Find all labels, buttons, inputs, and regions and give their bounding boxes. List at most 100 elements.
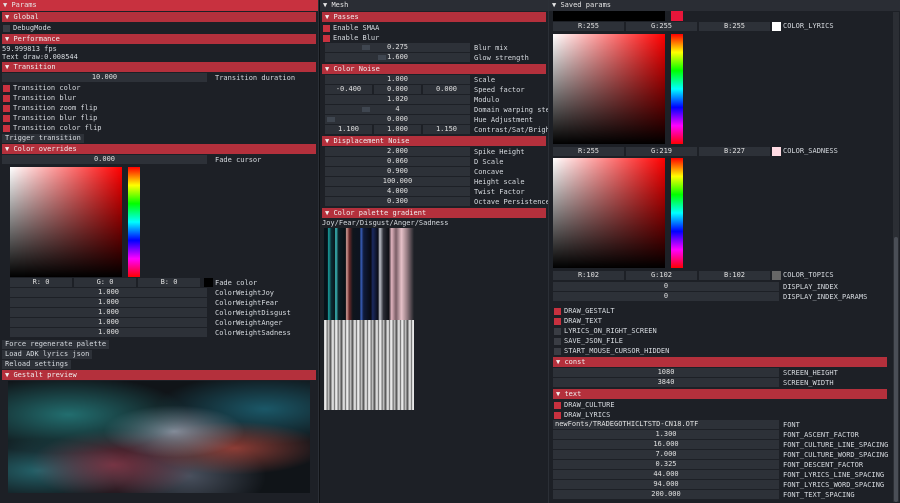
- gradient-header[interactable]: ▼ Color palette gradient: [322, 208, 546, 218]
- topics-color-swatch[interactable]: [772, 271, 781, 280]
- topics-g-field[interactable]: G:102: [626, 271, 697, 280]
- display-index-params-field[interactable]: 0: [553, 292, 779, 301]
- lyrics-right-screen-checkbox[interactable]: [554, 327, 561, 335]
- twist-factor-field[interactable]: 4.000: [325, 187, 470, 196]
- weight-disgust-slider[interactable]: 1.000: [10, 308, 207, 317]
- topics-sv-square[interactable]: [553, 158, 665, 268]
- font-ascent-field[interactable]: 1.300: [553, 430, 779, 439]
- reload-settings-button[interactable]: Reload settings: [2, 360, 72, 369]
- fade-color-b-field[interactable]: B: 0: [138, 278, 200, 287]
- fade-color-sv-square[interactable]: [10, 167, 122, 277]
- draw-gestalt-row[interactable]: DRAW_GESTALT: [553, 306, 887, 316]
- force-regenerate-button[interactable]: Force regenerate palette: [2, 340, 110, 349]
- contrast-field[interactable]: 1.100: [325, 125, 372, 134]
- brightness-field[interactable]: 1.150: [423, 125, 470, 134]
- draw-culture-row[interactable]: DRAW_CULTURE: [553, 400, 887, 410]
- gestalt-header[interactable]: ▼ Gestalt preview: [2, 370, 316, 380]
- save-json-file-checkbox[interactable]: [554, 337, 561, 345]
- transition-zoom-flip-checkbox[interactable]: [3, 104, 10, 112]
- hue-adjust-grab[interactable]: [327, 117, 335, 122]
- transition-color-row[interactable]: Transition color: [2, 83, 316, 93]
- display-index-field[interactable]: 0: [553, 282, 779, 291]
- draw-text-row[interactable]: DRAW_TEXT: [553, 316, 887, 326]
- saved-params-scroll-thumb[interactable]: [894, 237, 898, 502]
- glow-grab[interactable]: [378, 55, 386, 60]
- d-scale-field[interactable]: 0.060: [325, 157, 470, 166]
- screen-width-field[interactable]: 3840: [553, 378, 779, 387]
- global-header[interactable]: ▼ Global: [2, 12, 316, 22]
- sadness-sv-square[interactable]: [553, 34, 665, 144]
- enable-smaa-checkbox[interactable]: [323, 24, 330, 32]
- start-cursor-hidden-checkbox[interactable]: [554, 347, 561, 355]
- saturation-field[interactable]: 1.000: [374, 125, 421, 134]
- sadness-color-swatch[interactable]: [772, 147, 781, 156]
- font-text-spacing-field[interactable]: 200.000: [553, 490, 779, 499]
- transition-blur-flip-checkbox[interactable]: [3, 114, 10, 122]
- transition-blur-flip-row[interactable]: Transition blur flip: [2, 113, 316, 123]
- screen-height-field[interactable]: 1080: [553, 368, 779, 377]
- transition-color-flip-checkbox[interactable]: [3, 124, 10, 132]
- font-lyrics-line-field[interactable]: 44.000: [553, 470, 779, 479]
- spike-height-field[interactable]: 2.000: [325, 147, 470, 156]
- font-lyrics-word-field[interactable]: 94.000: [553, 480, 779, 489]
- displacement-header[interactable]: ▼ Displacement Noise: [322, 136, 546, 146]
- debug-mode-row[interactable]: DebugMode: [2, 23, 316, 33]
- start-cursor-hidden-row[interactable]: START_MOUSE_CURSOR_HIDDEN: [553, 346, 887, 356]
- speed-x-field[interactable]: -0.400: [325, 85, 372, 94]
- draw-culture-checkbox[interactable]: [554, 401, 561, 409]
- weight-fear-slider[interactable]: 1.000: [10, 298, 207, 307]
- mesh-titlebar[interactable]: ▼ Mesh: [320, 0, 548, 11]
- trigger-transition-button[interactable]: Trigger transition: [2, 134, 84, 143]
- blur-mix-slider[interactable]: 0.275: [325, 43, 470, 52]
- draw-lyrics-row[interactable]: DRAW_LYRICS: [553, 410, 887, 420]
- debug-mode-checkbox[interactable]: [3, 24, 10, 32]
- domain-warping-grab[interactable]: [362, 107, 370, 112]
- enable-blur-row[interactable]: Enable Blur: [322, 33, 546, 43]
- draw-gestalt-checkbox[interactable]: [554, 307, 561, 315]
- hue-adjust-slider[interactable]: 0.000: [325, 115, 470, 124]
- sadness-r-field[interactable]: R:255: [553, 147, 624, 156]
- sadness-hue-bar[interactable]: [671, 34, 683, 144]
- scale-field[interactable]: 1.000: [325, 75, 470, 84]
- saved-params-titlebar[interactable]: ▼ Saved params: [549, 0, 900, 11]
- modulo-field[interactable]: 1.020: [325, 95, 470, 104]
- fade-color-swatch[interactable]: [204, 278, 213, 287]
- text-header[interactable]: ▼ text: [553, 389, 887, 399]
- const-header[interactable]: ▼ const: [553, 357, 887, 367]
- transition-color-flip-row[interactable]: Transition color flip: [2, 123, 316, 133]
- lyrics-hue-marker[interactable]: [671, 11, 683, 21]
- sadness-g-field[interactable]: G:219: [626, 147, 697, 156]
- weight-anger-slider[interactable]: 1.000: [10, 318, 207, 327]
- draw-lyrics-checkbox[interactable]: [554, 411, 561, 419]
- transition-zoom-flip-row[interactable]: Transition zoom flip: [2, 103, 316, 113]
- fade-cursor-slider[interactable]: 0.000: [2, 155, 207, 164]
- domain-warping-slider[interactable]: 4: [325, 105, 470, 114]
- lyrics-b-field[interactable]: B:255: [699, 22, 770, 31]
- save-json-file-row[interactable]: SAVE_JSON_FILE: [553, 336, 887, 346]
- enable-blur-checkbox[interactable]: [323, 34, 330, 42]
- enable-smaa-row[interactable]: Enable SMAA: [322, 23, 546, 33]
- lyrics-color-swatch[interactable]: [772, 22, 781, 31]
- fade-color-r-field[interactable]: R: 0: [10, 278, 72, 287]
- fade-color-hue-bar[interactable]: [128, 167, 140, 277]
- transition-blur-row[interactable]: Transition blur: [2, 93, 316, 103]
- transition-header[interactable]: ▼ Transition: [2, 62, 316, 72]
- blur-mix-grab[interactable]: [362, 45, 370, 50]
- passes-header[interactable]: ▼ Passes: [322, 12, 546, 22]
- color-overrides-header[interactable]: ▼ Color overrides: [2, 144, 316, 154]
- color-noise-header[interactable]: ▼ Color Noise: [322, 64, 546, 74]
- saved-params-scrollbar[interactable]: [893, 12, 899, 502]
- fade-color-g-field[interactable]: G: 0: [74, 278, 136, 287]
- font-culture-line-field[interactable]: 16.000: [553, 440, 779, 449]
- font-path-input[interactable]: newFonts/TRADEGOTHICLTSTD-CN18.OTF: [553, 420, 779, 429]
- lyrics-r-field[interactable]: R:255: [553, 22, 624, 31]
- font-culture-word-field[interactable]: 7.000: [553, 450, 779, 459]
- speed-z-field[interactable]: 0.000: [423, 85, 470, 94]
- topics-hue-bar[interactable]: [671, 158, 683, 268]
- octave-persistence-field[interactable]: 0.300: [325, 197, 470, 206]
- draw-text-checkbox[interactable]: [554, 317, 561, 325]
- transition-color-checkbox[interactable]: [3, 84, 10, 92]
- performance-header[interactable]: ▼ Performance: [2, 34, 316, 44]
- topics-b-field[interactable]: B:102: [699, 271, 770, 280]
- speed-y-field[interactable]: 0.000: [374, 85, 421, 94]
